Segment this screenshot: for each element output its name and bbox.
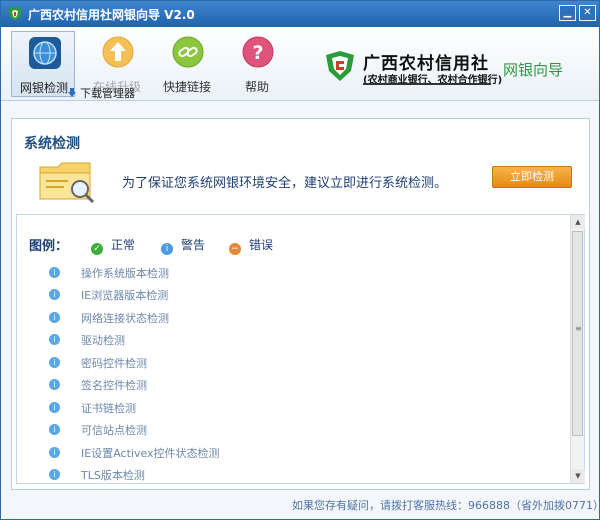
- info-icon: i: [49, 469, 60, 480]
- scroll-down-arrow-icon[interactable]: ▼: [571, 469, 585, 483]
- check-item-label: IE浏览器版本检测: [81, 289, 169, 302]
- download-icon: [68, 88, 76, 97]
- check-item-label: 证书链检测: [81, 402, 136, 415]
- tool-help-label: 帮助: [244, 80, 269, 94]
- minimize-button[interactable]: ▁: [559, 5, 576, 21]
- system-check-panel: 系统检测 为了保证您系统网银环境安全，建议立即进行系统检测。 立即检测 图例： …: [11, 118, 590, 490]
- info-icon: i: [49, 402, 60, 413]
- info-icon: i: [49, 424, 60, 435]
- check-item-label: 可信站点检测: [81, 424, 147, 437]
- upload-icon: [102, 36, 134, 68]
- tool-quick-links-label: 快捷链接: [162, 80, 211, 94]
- info-icon: i: [49, 379, 60, 390]
- panel-title: 系统检测: [24, 136, 80, 152]
- check-item-label: 驱动检测: [81, 334, 125, 347]
- scrollbar-thumb[interactable]: ≡: [572, 231, 583, 436]
- check-list-box: 图例： ✓ 正常 i 警告 − 错误 i 操作系统版本检测 i IE浏览器版本检测 i 网络…: [16, 214, 585, 484]
- title-bar[interactable]: 广西农村信用社网银向导 V2.0 ▁ ✕: [1, 1, 599, 27]
- check-item-label: 签名控件检测: [81, 379, 147, 392]
- folder-search-icon: [39, 162, 95, 204]
- legend-item-error: − 错误: [229, 236, 273, 255]
- help-icon: ?: [242, 36, 274, 68]
- vertical-scrollbar[interactable]: ▲ ≡ ▼: [570, 215, 585, 483]
- check-item-label: 网络连接状态检测: [81, 312, 169, 325]
- app-window: 广西农村信用社网银向导 V2.0 ▁ ✕ 网银检测 在线升级 快捷链接 ? 帮助…: [0, 0, 600, 520]
- download-manager-label: 下载管理器: [80, 87, 135, 100]
- legend-item-ok: ✓ 正常: [91, 236, 135, 255]
- legend-warning-label: 警告: [181, 238, 206, 252]
- window-title: 广西农村信用社网银向导 V2.0: [28, 8, 195, 22]
- brand-divider: [363, 83, 491, 85]
- download-manager-link[interactable]: 下载管理器: [67, 85, 135, 100]
- close-button[interactable]: ✕: [579, 5, 596, 21]
- link-icon: [172, 36, 204, 68]
- legend-ok-label: 正常: [111, 238, 136, 252]
- check-item-label: 操作系统版本检测: [81, 267, 169, 280]
- error-icon: −: [229, 243, 241, 255]
- hotline-text: 如果您存有疑问，请拨打客服热线：966888（省外加拨0771）。: [292, 499, 600, 512]
- check-item-label: TLS版本检测: [81, 469, 145, 482]
- globe-icon: [29, 37, 61, 69]
- tool-network-check[interactable]: 网银检测: [11, 31, 75, 97]
- app-logo-icon: [8, 7, 22, 21]
- info-icon: i: [161, 243, 173, 255]
- info-icon: i: [49, 289, 60, 300]
- tool-help[interactable]: ? 帮助: [225, 31, 289, 97]
- info-icon: i: [49, 267, 60, 278]
- brand-guide: 网银向导: [503, 61, 564, 79]
- svg-text:?: ?: [252, 42, 263, 64]
- legend-title: 图例：: [29, 239, 69, 254]
- info-icon: i: [49, 334, 60, 345]
- legend-item-warning: i 警告: [161, 236, 205, 255]
- bank-emblem-icon: [326, 51, 354, 81]
- scroll-up-arrow-icon[interactable]: ▲: [571, 215, 585, 229]
- legend-error-label: 错误: [249, 238, 274, 252]
- info-icon: i: [49, 447, 60, 458]
- info-icon: i: [49, 357, 60, 368]
- check-item-label: 密码控件检测: [81, 357, 147, 370]
- tool-quick-links[interactable]: 快捷链接: [155, 31, 219, 97]
- ok-icon: ✓: [91, 243, 103, 255]
- info-icon: i: [49, 312, 60, 323]
- start-check-button[interactable]: 立即检测: [492, 166, 572, 188]
- check-item-label: IE设置Activex控件状态检测: [81, 447, 220, 460]
- scrollbar-grip-icon: ≡: [575, 324, 582, 333]
- security-notice: 为了保证您系统网银环境安全，建议立即进行系统检测。: [122, 176, 448, 191]
